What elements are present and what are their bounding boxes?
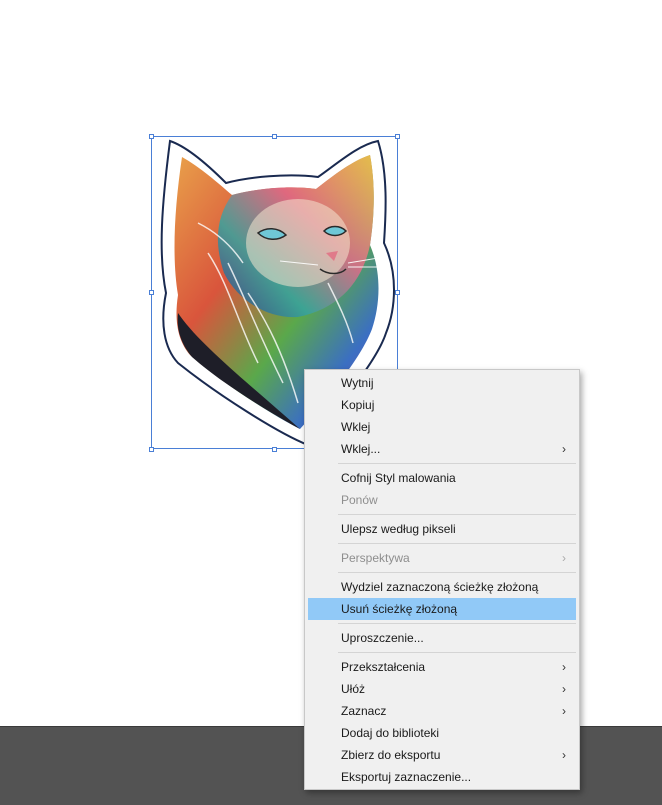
menu-item-undo-paint-style[interactable]: Cofnij Styl malowania [308,467,576,489]
menu-item-collect-for-export[interactable]: Zbierz do eksportu › [308,744,576,766]
context-menu: Wytnij Kopiuj Wklej Wklej... › Cofnij Sty… [304,369,580,790]
menu-item-label: Ulepsz według pikseli [341,522,456,536]
menu-item-label: Wytnij [341,376,374,390]
resize-handle-top-left[interactable] [149,134,154,139]
menu-item-transform[interactable]: Przekształcenia › [308,656,576,678]
resize-handle-bottom-left[interactable] [149,447,154,452]
menu-item-label: Eksportuj zaznaczenie... [341,770,472,784]
menu-separator [338,572,576,573]
menu-item-arrange[interactable]: Ułóż › [308,678,576,700]
menu-item-perspective: Perspektywa › [308,547,576,569]
menu-item-make-pixel-perfect[interactable]: Ulepsz według pikseli [308,518,576,540]
menu-item-label: Wydziel zaznaczoną ścieżkę złożoną [341,580,539,594]
resize-handle-middle-right[interactable] [395,290,400,295]
menu-item-select[interactable]: Zaznacz › [308,700,576,722]
menu-separator [338,463,576,464]
menu-item-simplify[interactable]: Uproszczenie... [308,627,576,649]
menu-item-label: Dodaj do biblioteki [341,726,440,740]
resize-handle-bottom-center[interactable] [272,447,277,452]
resize-handle-top-center[interactable] [272,134,277,139]
menu-item-isolate-compound-path[interactable]: Wydziel zaznaczoną ścieżkę złożoną [308,576,576,598]
chevron-right-icon: › [562,660,566,674]
menu-separator [338,514,576,515]
menu-separator [338,652,576,653]
menu-item-paste[interactable]: Wklej [308,416,576,438]
menu-item-label: Zaznacz [341,704,387,718]
chevron-right-icon: › [562,748,566,762]
resize-handle-middle-left[interactable] [149,290,154,295]
menu-item-redo: Ponów [308,489,576,511]
chevron-right-icon: › [562,551,566,565]
menu-item-label: Perspektywa [341,551,410,565]
menu-item-paste-special[interactable]: Wklej... › [308,438,576,460]
menu-item-label: Uproszczenie... [341,631,424,645]
menu-separator [338,543,576,544]
menu-item-label: Zbierz do eksportu [341,748,441,762]
menu-item-label: Cofnij Styl malowania [341,471,456,485]
menu-item-label: Ułóż [341,682,366,696]
menu-item-release-compound-path[interactable]: Usuń ścieżkę złożoną [308,598,576,620]
menu-item-add-to-library[interactable]: Dodaj do biblioteki [308,722,576,744]
menu-item-label: Kopiuj [341,398,375,412]
resize-handle-top-right[interactable] [395,134,400,139]
chevron-right-icon: › [562,682,566,696]
menu-item-cut[interactable]: Wytnij [308,372,576,394]
menu-item-copy[interactable]: Kopiuj [308,394,576,416]
menu-item-label: Wklej [341,420,371,434]
menu-item-label: Wklej... [341,442,381,456]
menu-separator [338,623,576,624]
menu-item-label: Ponów [341,493,378,507]
menu-item-label: Usuń ścieżkę złożoną [341,602,458,616]
menu-item-label: Przekształcenia [341,660,426,674]
chevron-right-icon: › [562,704,566,718]
menu-item-export-selection[interactable]: Eksportuj zaznaczenie... [308,766,576,788]
chevron-right-icon: › [562,442,566,456]
